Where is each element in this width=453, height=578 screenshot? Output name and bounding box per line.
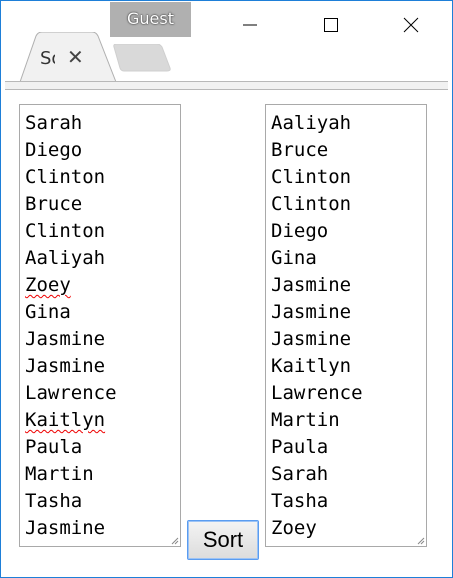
name-line: Martin [271,409,340,431]
name-line: Clinton [271,193,352,215]
tab-close-button[interactable]: ✕ [67,45,84,69]
name-line: Gina [271,247,317,269]
name-line: Clinton [25,166,106,188]
name-line: Jasmine [25,328,106,350]
maximize-button[interactable] [311,10,351,40]
name-line: Lawrence [25,382,117,404]
minimize-button[interactable] [230,10,270,40]
name-line: Diego [271,220,329,242]
name-line: Sarah [271,463,329,485]
name-line: Aaliyah [25,247,106,269]
name-line: Kaitlyn [25,409,106,431]
name-line: Bruce [271,139,329,161]
name-line: Martin [25,463,94,485]
guest-profile-badge[interactable]: Guest [110,2,191,37]
name-line: Lawrence [271,382,363,404]
maximize-icon [324,18,338,32]
tab-title: Sort [40,48,55,69]
browser-tab[interactable] [14,32,118,82]
close-window-button[interactable] [391,10,431,40]
name-line: Tasha [25,490,83,512]
input-textarea[interactable]: Sarah Diego Clinton Bruce Clinton Aaliyah Zoey… [19,104,181,547]
name-line: Paula [25,436,83,458]
name-line: Diego [25,139,83,161]
minimize-icon [243,24,257,26]
sort-button[interactable]: Sort [187,520,259,560]
name-line: Jasmine [271,328,352,350]
name-line: Gina [25,301,71,323]
name-line: Jasmine [271,301,352,323]
name-line: Clinton [271,166,352,188]
name-line: Jasmine [25,355,106,377]
resize-grip-icon[interactable] [416,536,425,545]
name-line: Zoey [271,517,317,539]
name-line: Tasha [271,490,329,512]
name-line: Jasmine [271,274,352,296]
toolbar-strip [5,81,448,90]
resize-grip-icon[interactable] [170,536,179,545]
new-tab-button[interactable] [112,44,172,73]
name-line: Paula [271,436,329,458]
output-textarea[interactable]: Aaliyah Bruce Clinton Clinton Diego Gina Jasmi… [265,104,427,547]
name-line: Bruce [25,193,83,215]
close-icon [403,17,419,33]
name-line: Kaitlyn [271,355,352,377]
name-line: Zoey [25,274,71,296]
name-line: Sarah [25,112,83,134]
name-line: Aaliyah [271,112,352,134]
name-line: Clinton [25,220,106,242]
name-line: Jasmine [25,517,106,539]
